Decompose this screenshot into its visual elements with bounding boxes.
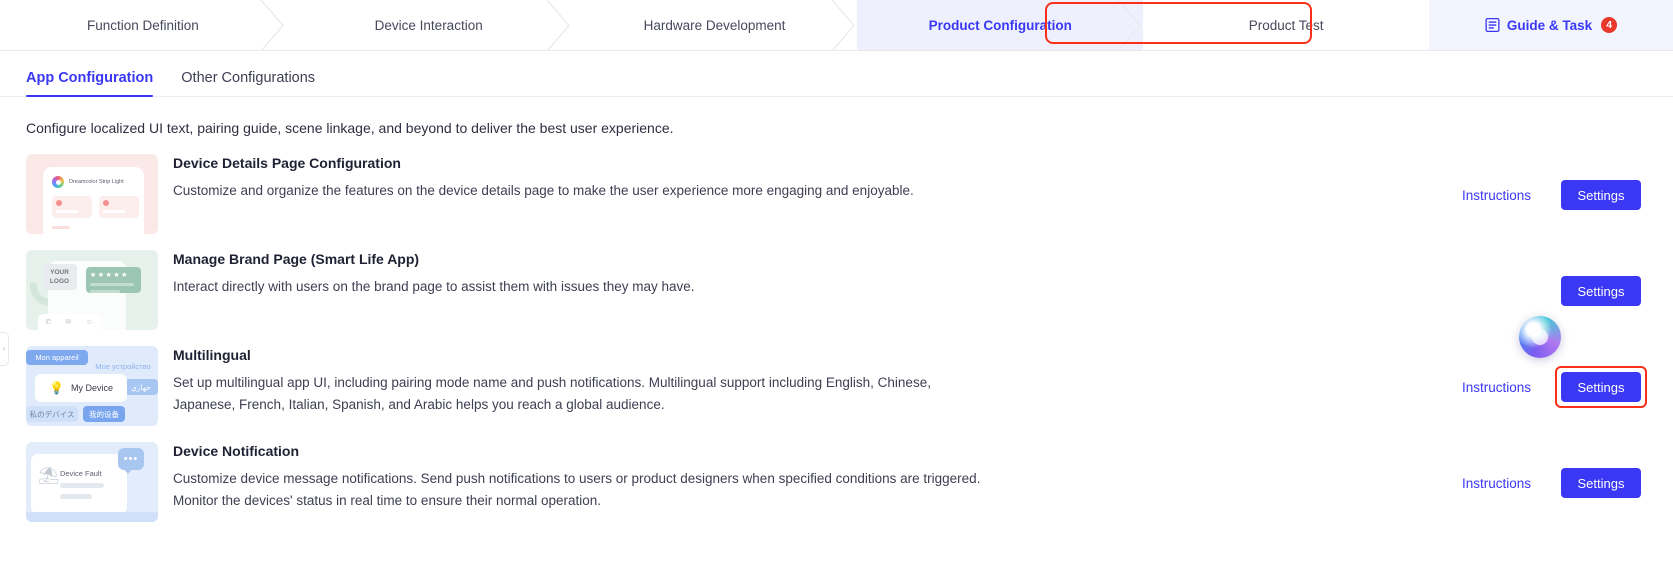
step-label: Hardware Development xyxy=(643,17,786,33)
settings-button[interactable]: Settings xyxy=(1561,276,1641,306)
device-details-thumbnail: Dreamcolor Strip Light xyxy=(26,154,158,234)
item-description: Set up multilingual app UI, including pa… xyxy=(173,375,931,412)
item-title: Device Notification xyxy=(173,443,300,459)
item-title: Multilingual xyxy=(173,347,251,363)
guide-and-task-button[interactable]: Guide & Task 4 xyxy=(1428,0,1673,50)
item-description: Interact directly with users on the bran… xyxy=(173,279,695,294)
your-logo-placeholder: YOUR LOGO xyxy=(42,264,77,290)
item-actions: Instructions Settings xyxy=(1462,152,1647,216)
phone-icon: ✆ xyxy=(45,319,52,326)
item-actions: Settings xyxy=(1555,248,1647,312)
step-chevron-icon xyxy=(546,0,573,51)
ai-assistant-orb[interactable] xyxy=(1519,316,1561,358)
step-hardware-development[interactable]: Hardware Development xyxy=(571,0,858,51)
list-item: YOUR LOGO ★★★★★ ✆ ✉ ☺ Manage Brand Page … xyxy=(0,248,1673,330)
lang-chip-zh: 我的设备 xyxy=(83,406,125,422)
list-item: Dreamcolor Strip Light Device Details Pa… xyxy=(0,152,1673,234)
item-actions: Instructions Settings xyxy=(1462,440,1647,504)
notification-bubble-icon: ••• xyxy=(118,448,144,474)
chat-icon: ☺ xyxy=(85,318,93,326)
settings-button-wrap-highlighted: Settings xyxy=(1555,366,1647,408)
step-chevron-icon xyxy=(1118,0,1144,51)
color-ring-icon xyxy=(52,176,64,188)
lang-chip-ru: Мое устройство xyxy=(95,361,151,371)
tab-other-configurations[interactable]: Other Configurations xyxy=(181,70,315,96)
lang-chip-ar: جهازي xyxy=(124,379,158,395)
instructions-link[interactable]: Instructions xyxy=(1462,476,1531,491)
step-chevron-icon xyxy=(832,0,858,51)
step-product-test[interactable]: Product Test xyxy=(1143,0,1429,50)
brand-page-thumbnail: YOUR LOGO ★★★★★ ✆ ✉ ☺ xyxy=(26,250,158,330)
lang-chip-ja: 私のデバイス xyxy=(26,406,78,422)
settings-button-wrap: Settings xyxy=(1555,270,1647,312)
thumbnail-footer-icons: ✆ ✉ ☺ xyxy=(38,314,100,330)
sidebar-expand-handle[interactable]: › xyxy=(0,332,9,366)
thumbnail-device-name: Dreamcolor Strip Light xyxy=(69,179,124,185)
lang-chip-fr: Mon appareil xyxy=(26,350,88,365)
instructions-link[interactable]: Instructions xyxy=(1462,188,1531,203)
fan-icon: ⛱ xyxy=(38,466,60,485)
step-label: Product Configuration xyxy=(928,17,1072,33)
step-chevron-icon xyxy=(260,0,287,51)
star-rating-icon: ★★★★★ xyxy=(90,272,129,279)
step-function-definition[interactable]: Function Definition xyxy=(0,0,287,51)
tab-label: Other Configurations xyxy=(181,70,316,86)
settings-button-wrap: Settings xyxy=(1555,462,1647,504)
logo-line-2: LOGO xyxy=(49,278,70,285)
product-workflow-stepnav: Function Definition Device Interaction H… xyxy=(0,0,1673,51)
page-description: Configure localized UI text, pairing gui… xyxy=(26,120,674,136)
list-item: Mon appareil Мое устройство جهازي 私のデバイス… xyxy=(0,344,1673,426)
item-actions: Instructions Settings xyxy=(1462,344,1647,408)
tab-app-configuration[interactable]: App Configuration xyxy=(26,70,154,97)
settings-button[interactable]: Settings xyxy=(1561,372,1641,402)
logo-line-1: YOUR xyxy=(50,269,69,276)
settings-button[interactable]: Settings xyxy=(1561,180,1641,210)
lang-chip-en: My Device xyxy=(70,383,113,393)
step-label: Product Test xyxy=(1248,17,1324,33)
multilingual-thumbnail: Mon appareil Мое устройство جهازي 私のデバイス… xyxy=(26,346,158,426)
step-device-interaction[interactable]: Device Interaction xyxy=(285,0,573,51)
step-label: Function Definition xyxy=(86,17,199,33)
item-title: Device Details Page Configuration xyxy=(173,155,401,171)
item-description: Customize and organize the features on t… xyxy=(173,183,914,198)
tab-label: App Configuration xyxy=(26,70,154,86)
document-list-icon xyxy=(1485,17,1500,33)
device-notification-thumbnail: ⛱ Device Fault ••• xyxy=(26,442,158,522)
mail-icon: ✉ xyxy=(65,319,72,326)
list-item: ⛱ Device Fault ••• Device Notification C… xyxy=(0,440,1673,522)
settings-button[interactable]: Settings xyxy=(1561,468,1641,498)
settings-button-wrap: Settings xyxy=(1555,174,1647,216)
guide-and-task-label: Guide & Task xyxy=(1506,17,1593,33)
configuration-tabs: App Configuration Other Configurations xyxy=(0,51,1673,97)
device-fault-label: Device Fault xyxy=(60,469,102,478)
step-product-configuration[interactable]: Product Configuration xyxy=(857,0,1144,51)
item-description: Customize device message notifications. … xyxy=(173,471,981,508)
instructions-link[interactable]: Instructions xyxy=(1462,380,1531,395)
step-label: Device Interaction xyxy=(374,17,483,33)
lightbulb-icon: 💡 xyxy=(49,381,64,395)
configuration-list: Dreamcolor Strip Light Device Details Pa… xyxy=(0,136,1673,522)
item-title: Manage Brand Page (Smart Life App) xyxy=(173,251,420,267)
guide-task-count-badge: 4 xyxy=(1601,17,1618,33)
